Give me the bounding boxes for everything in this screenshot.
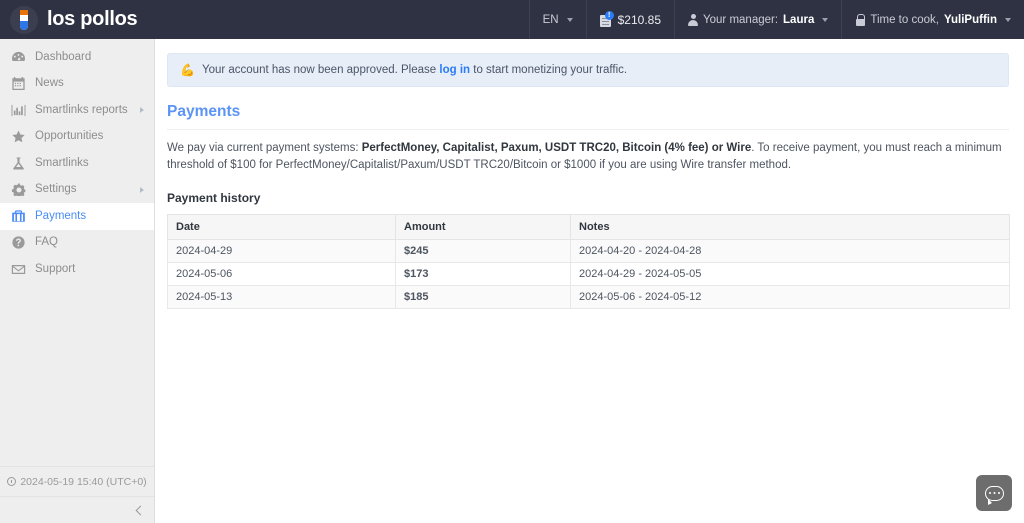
language-label: EN (542, 13, 559, 26)
envelope-icon (11, 263, 26, 276)
balance-amount: $210.85 (617, 12, 662, 27)
payment-notes: 2024-04-29 - 2024-05-05 (570, 261, 1010, 286)
sidebar: Dashboard News Smartlinks reports Opportuni… (0, 39, 155, 523)
sidebar-item-label: Smartlinks (35, 156, 89, 169)
payment-history-title: Payment history (167, 190, 261, 205)
sidebar-item-label: Smartlinks reports (35, 103, 128, 116)
alert-text-before: Your account has now been approved. Plea… (201, 64, 437, 76)
column-header-amount[interactable]: Amount (395, 213, 571, 240)
approval-alert: 💪 Your account has now been approved. Pl… (167, 53, 1009, 87)
column-header-date[interactable]: Date (167, 213, 396, 240)
sidebar-item-support[interactable]: Support (0, 256, 154, 283)
brand-logo[interactable]: los pollos (0, 0, 155, 39)
brand-name: los pollos (47, 8, 138, 30)
table-row: 2024-05-06 $173 2024-04-29 - 2024-05-05 (167, 261, 1010, 286)
manager-name: Laura (783, 13, 815, 26)
sidebar-item-label: FAQ (35, 236, 59, 248)
language-selector[interactable]: EN (528, 0, 586, 39)
sidebar-collapse-button[interactable] (0, 496, 154, 523)
sidebar-item-label: Dashboard (35, 50, 92, 63)
chat-bubble-icon (984, 485, 1004, 505)
balance-badge: ! (604, 10, 614, 20)
money-stack-icon: ! (599, 10, 614, 27)
flexed-biceps-icon: 💪 (180, 63, 195, 77)
intro-lead: We pay via current payment systems: (167, 142, 359, 154)
manager-prefix: Your manager: (703, 13, 779, 26)
question-circle-icon (11, 236, 26, 249)
payment-notes: 2024-04-20 - 2024-04-28 (570, 238, 1010, 263)
payment-systems-list: PerfectMoney, Capitalist, Paxum, USDT TR… (361, 142, 752, 154)
chevron-down-icon (566, 17, 573, 22)
bar-chart-icon (11, 104, 26, 117)
sidebar-item-label: Opportunities (35, 130, 104, 142)
test-tube-icon (10, 5, 38, 34)
gear-icon (11, 183, 26, 197)
sidebar-nav: Dashboard News Smartlinks reports Opportuni… (0, 39, 154, 283)
top-navbar: los pollos EN ! $210.85 Your manager: La… (0, 0, 1024, 39)
calendar-icon (11, 77, 26, 91)
sidebar-item-label: News (35, 77, 64, 89)
chevron-right-icon (140, 186, 144, 193)
lock-icon (855, 13, 866, 26)
table-row: 2024-05-13 $185 2024-05-06 - 2024-05-12 (167, 284, 1010, 309)
sidebar-item-news[interactable]: News (0, 71, 154, 98)
table-header-row: Date Amount Notes (167, 213, 1010, 240)
payment-date: 2024-05-13 (167, 284, 396, 309)
sidebar-item-dashboard[interactable]: Dashboard (0, 44, 154, 71)
person-icon (688, 13, 699, 26)
sidebar-item-opportunities[interactable]: Opportunities (0, 124, 154, 151)
sidebar-item-label: Support (35, 262, 76, 275)
star-icon (11, 130, 26, 143)
main-content: 💪 Your account has now been approved. Pl… (156, 39, 1024, 523)
topbar-right-group: EN ! $210.85 Your manager: Laura Time to… (528, 0, 1024, 39)
login-link[interactable]: log in (439, 64, 470, 76)
sidebar-footer: 2024-05-19 15:40 (UTC+0) (0, 466, 154, 523)
column-header-notes[interactable]: Notes (570, 213, 1010, 240)
user-menu[interactable]: Time to cook, YuliPuffin (841, 0, 1024, 39)
briefcase-icon (11, 210, 26, 223)
app-root: los pollos EN ! $210.85 Your manager: La… (0, 0, 1024, 523)
chevron-down-icon (822, 17, 829, 22)
payment-history-table: Date Amount Notes 2024-04-29 $245 2024-04-… (167, 213, 1010, 309)
alert-text: Your account has now been approved. Plea… (202, 64, 627, 76)
dashboard-icon (11, 51, 26, 64)
page-title: Payments (167, 103, 1009, 130)
payment-amount: $173 (395, 261, 571, 286)
sidebar-item-label: Settings (35, 183, 77, 195)
flask-icon (11, 157, 26, 170)
sidebar-item-smartlinks[interactable]: Smartlinks (0, 150, 154, 177)
clock-icon (7, 477, 17, 486)
payment-amount: $185 (395, 284, 571, 309)
chevron-right-icon (140, 107, 144, 114)
server-timestamp: 2024-05-19 15:40 (UTC+0) (0, 466, 154, 496)
timestamp-text: 2024-05-19 15:40 (UTC+0) (20, 475, 147, 488)
alert-text-after: to start monetizing your traffic. (473, 64, 628, 76)
sidebar-item-payments[interactable]: Payments (0, 203, 154, 230)
chevron-left-icon (135, 505, 146, 515)
payment-notes: 2024-05-06 - 2024-05-12 (570, 284, 1010, 309)
manager-menu[interactable]: Your manager: Laura (674, 0, 841, 39)
chat-widget-button[interactable] (976, 475, 1012, 511)
table-body: 2024-04-29 $245 2024-04-20 - 2024-04-28 202… (167, 238, 1010, 309)
payment-date: 2024-05-06 (167, 261, 396, 286)
sidebar-item-label: Payments (35, 209, 87, 222)
sidebar-item-faq[interactable]: FAQ (0, 230, 154, 257)
user-name: YuliPuffin (943, 13, 997, 26)
sidebar-item-smartlinks-reports[interactable]: Smartlinks reports (0, 97, 154, 124)
sidebar-item-settings[interactable]: Settings (0, 177, 154, 204)
payment-amount: $245 (395, 238, 571, 263)
payment-systems-description: We pay via current payment systems: Perf… (167, 140, 1009, 175)
user-prefix: Time to cook, (870, 13, 939, 26)
chevron-down-icon (1005, 17, 1011, 22)
table-row: 2024-04-29 $245 2024-04-20 - 2024-04-28 (167, 238, 1010, 263)
balance-indicator[interactable]: ! $210.85 (585, 0, 674, 39)
payment-date: 2024-04-29 (167, 238, 396, 263)
